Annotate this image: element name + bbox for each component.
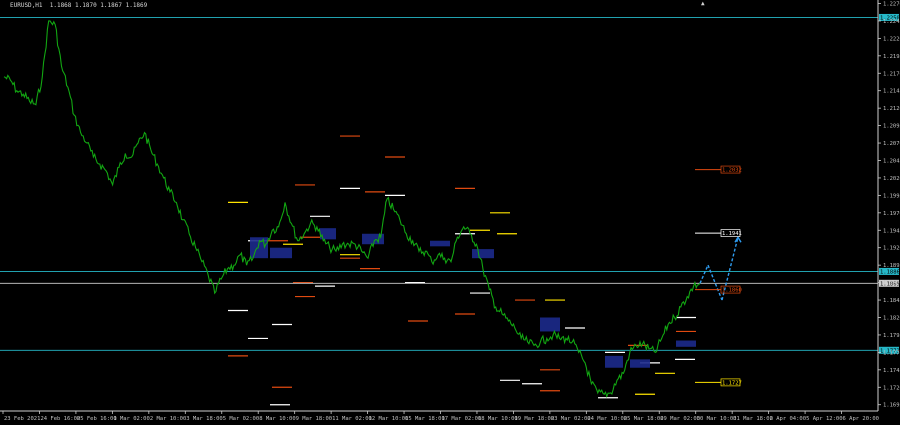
price-tick-label: 1.1820 [883,315,900,321]
time-tick-label: 2 Apr 04:00 [770,416,806,422]
price-tick-label: 1.2045 [883,158,900,164]
price-tick-label: 1.2245 [883,19,900,25]
price-tick-label: 1.1695 [883,403,900,409]
price-tag-label: 1.1860 [722,288,742,294]
chart-axes [0,0,879,412]
zone-rect [472,249,494,259]
price-tick-label: 1.1945 [883,228,900,234]
price-tick-label: 1.1920 [883,246,900,252]
price-line [3,20,701,399]
time-tick-label: 23 Feb 2021 [4,416,40,422]
price-chart[interactable]: 1.22501.18861.17731.1869 1.2270 1.2245 1.2… [0,0,900,425]
price-tick-label: 1.2020 [883,176,900,182]
forecast-segment [699,264,709,284]
price-tick-label: 1.1895 [883,263,900,269]
price-tick-label: 1.1720 [883,385,900,391]
time-tick-label: 15 Mar 18:00 [405,416,445,422]
price-tags: 1.2032 1.1941 1.1860 1.1727 [695,165,742,386]
price-tick-label: 1.1770 [883,350,900,356]
zone-rect [540,317,560,332]
time-tick-label: 5 Mar 02:00 [223,416,259,422]
time-tick-label: 25 Mar 18:00 [624,416,664,422]
time-tick-label: 31 Mar 18:00 [733,416,773,422]
time-tick-label: 29 Mar 02:00 [660,416,700,422]
time-tick-label: 19 Mar 18:00 [514,416,554,422]
zone-rect [676,340,696,347]
price-tick-label: 1.2170 [883,71,900,77]
zone-rect [430,240,450,247]
zone-rect [270,247,292,259]
time-tick-label: 1 Mar 02:00 [113,416,149,422]
horizontal-lines: 1.22501.18861.17731.1869 [0,13,900,354]
time-tick-label: 17 Mar 02:00 [442,416,482,422]
price-tick-label: 1.1745 [883,368,900,374]
horizontal-level-label: 1.1886 [880,269,900,275]
price-tick-label: 1.1870 [883,281,900,287]
forecast-segment [707,264,723,301]
time-tick-label: 3 Mar 18:00 [186,416,222,422]
price-tick-label: 1.1845 [883,298,900,304]
time-tick-label: 12 Mar 10:00 [369,416,409,422]
price-tag-label: 1.1727 [722,380,742,386]
price-tick-label: 1.2070 [883,141,900,147]
price-tick-label: 1.2095 [883,124,900,130]
price-tick-label: 1.2145 [883,89,900,95]
zone-rect [630,359,650,368]
supply-demand-zones [250,228,696,368]
time-tick-label: 8 Mar 10:00 [259,416,295,422]
price-tick-label: 1.1970 [883,211,900,217]
price-tick-label: 1.2270 [883,1,900,7]
price-tag-label: 1.1941 [722,231,742,237]
time-tick-label: 30 Mar 10:00 [697,416,737,422]
price-tick-label: 1.2220 [883,36,900,42]
time-tick-label: 25 Feb 16:00 [77,416,117,422]
price-tick-label: 1.1995 [883,193,900,199]
time-tick-label: 24 Mar 10:00 [587,416,627,422]
time-tick-label: 9 Mar 18:00 [296,416,332,422]
time-tick-label: 11 Mar 02:00 [332,416,372,422]
time-tick-label: 23 Mar 02:00 [551,416,591,422]
zone-rect [605,355,623,368]
time-tick-label: 5 Apr 12:00 [806,416,842,422]
price-tick-label: 1.2195 [883,54,900,60]
time-ticks: 23 Feb 2021 24 Feb 16:0025 Feb 16:001 Mar… [2,411,879,422]
time-tick-label: 2 Mar 10:00 [150,416,186,422]
price-tick-label: 1.2120 [883,106,900,112]
time-tick-label: 18 Mar 10:00 [478,416,518,422]
price-tick-label: 1.1795 [883,333,900,339]
time-tick-label: 24 Feb 16:00 [40,416,80,422]
price-tag-label: 1.2032 [722,168,742,174]
time-tick-label: 6 Apr 20:00 [843,416,879,422]
